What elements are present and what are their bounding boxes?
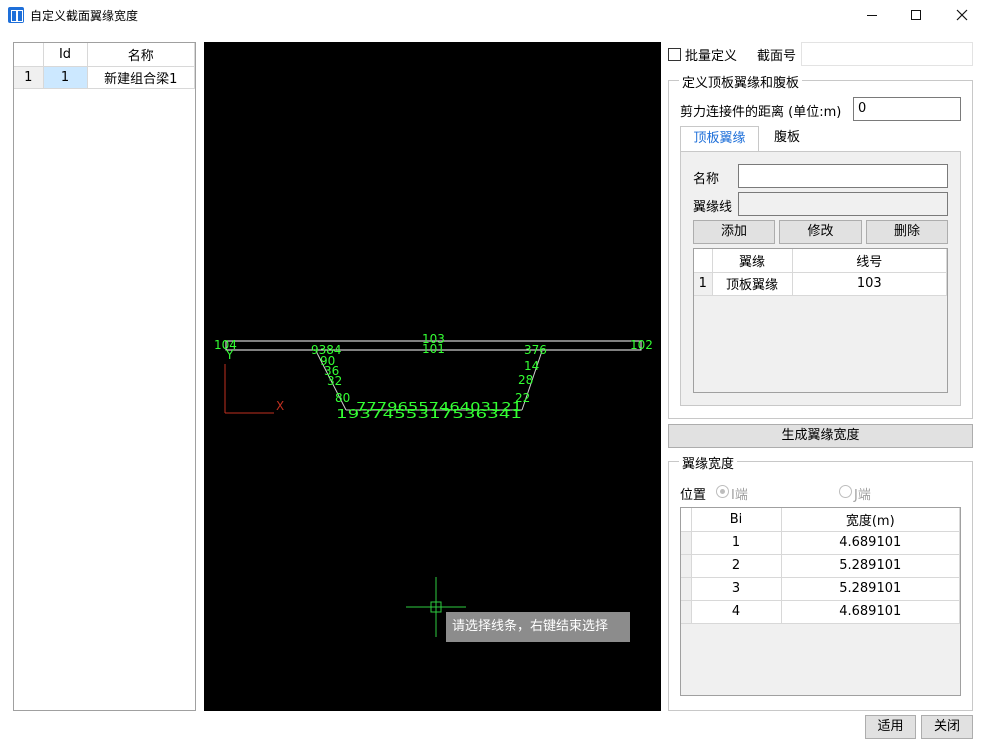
title-bar: 自定义截面翼缘宽度 xyxy=(0,0,985,30)
table-row[interactable]: 1 4.689101 xyxy=(681,531,960,555)
section-name-cell[interactable]: 新建组合梁1 xyxy=(87,66,195,89)
section-no-input[interactable] xyxy=(801,42,973,66)
radio-i-end[interactable] xyxy=(716,485,729,498)
width-table: Bi 宽度(m) 1 4.689101 2 5.289101 3 5.28910… xyxy=(681,508,960,624)
window-title: 自定义截面翼缘宽度 xyxy=(30,9,139,23)
label-102: 102 xyxy=(630,338,653,352)
flange-web-group-title: 定义顶板翼缘和腹板 xyxy=(679,72,803,91)
close-button[interactable]: 关闭 xyxy=(921,715,973,739)
width-col-bi[interactable]: Bi xyxy=(691,508,782,532)
batch-define-checkbox[interactable]: 批量定义 xyxy=(668,44,737,64)
checkbox-box[interactable] xyxy=(668,47,681,61)
label-right-web-top: 376 xyxy=(524,343,547,357)
label-bottom-lower: 1937455317536341 xyxy=(336,407,522,421)
tab-top-flange[interactable]: 顶板翼缘 xyxy=(680,126,759,152)
table-row[interactable]: 1 顶板翼缘 103 xyxy=(694,272,947,296)
flange-line-cell[interactable]: 103 xyxy=(792,272,947,296)
radio-i-label: I端 xyxy=(731,488,748,503)
row-header[interactable] xyxy=(681,554,692,578)
section-table: Id 名称 1 1 新建组合梁1 xyxy=(14,43,195,89)
flange-table-corner xyxy=(694,249,713,273)
shear-distance-label: 剪力连接件的距离 (单位:m) xyxy=(680,105,842,120)
width-cell[interactable]: 4.689101 xyxy=(781,531,960,555)
width-cell[interactable]: 5.289101 xyxy=(781,554,960,578)
row-header[interactable] xyxy=(681,577,692,601)
row-header[interactable] xyxy=(681,531,692,555)
radio-j-end[interactable] xyxy=(839,485,852,498)
axis-x-label: X xyxy=(276,399,284,413)
bi-cell[interactable]: 3 xyxy=(691,577,782,601)
table-row[interactable]: 1 1 新建组合梁1 xyxy=(14,66,195,89)
bi-cell[interactable]: 4 xyxy=(691,600,782,624)
width-cell[interactable]: 5.289101 xyxy=(781,577,960,601)
flange-line-label: 翼缘线 xyxy=(693,200,733,215)
width-table-corner xyxy=(681,508,692,532)
maximize-button[interactable] xyxy=(893,0,939,30)
table-row[interactable]: 4 4.689101 xyxy=(681,600,960,624)
width-col-width[interactable]: 宽度(m) xyxy=(781,508,960,532)
label-80: 80 xyxy=(335,391,350,405)
position-label: 位置 xyxy=(680,488,707,503)
bi-cell[interactable]: 2 xyxy=(691,554,782,578)
delete-button[interactable]: 删除 xyxy=(866,220,948,244)
selection-tooltip: 请选择线条，右键结束选择 xyxy=(446,612,630,642)
width-cell[interactable]: 4.689101 xyxy=(781,600,960,624)
row-number[interactable]: 1 xyxy=(14,66,44,89)
flange-name-cell[interactable]: 顶板翼缘 xyxy=(712,272,793,296)
flange-col-line[interactable]: 线号 xyxy=(792,249,947,273)
flange-table: 翼缘 线号 1 顶板翼缘 103 xyxy=(694,249,947,296)
close-window-button[interactable] xyxy=(939,0,985,30)
tab-web[interactable]: 腹板 xyxy=(762,126,812,152)
label-104: 104 xyxy=(214,338,237,352)
close-icon xyxy=(956,9,968,21)
flange-col-flange[interactable]: 翼缘 xyxy=(712,249,793,273)
app-icon xyxy=(8,7,24,23)
apply-button[interactable]: 适用 xyxy=(865,715,916,739)
minimize-button[interactable] xyxy=(849,0,895,30)
batch-define-label: 批量定义 xyxy=(685,48,738,64)
drawing-canvas[interactable]: Y X 104 102 103 101 9384 90 36 32 376 14… xyxy=(204,42,661,711)
section-col-id[interactable]: Id xyxy=(43,43,88,67)
table-row[interactable]: 3 5.289101 xyxy=(681,577,960,601)
minimize-icon xyxy=(867,14,877,16)
label-right-web-2: 28 xyxy=(518,373,533,387)
row-header[interactable] xyxy=(681,600,692,624)
row-number[interactable]: 1 xyxy=(694,272,713,296)
section-id-cell[interactable]: 1 xyxy=(43,66,88,89)
flange-name-input[interactable] xyxy=(738,164,948,188)
label-left-web-3: 32 xyxy=(327,374,342,388)
maximize-icon xyxy=(911,10,921,20)
section-drawing: Y X 104 102 103 101 9384 90 36 32 376 14… xyxy=(214,332,653,637)
modify-button[interactable]: 修改 xyxy=(779,220,862,244)
flange-line-input[interactable] xyxy=(738,192,948,216)
label-101: 101 xyxy=(422,342,445,356)
section-col-name[interactable]: 名称 xyxy=(87,43,195,67)
section-no-label: 截面号 xyxy=(757,49,797,64)
section-table-corner xyxy=(14,43,44,67)
flange-width-group-title: 翼缘宽度 xyxy=(679,453,738,472)
bi-cell[interactable]: 1 xyxy=(691,531,782,555)
label-right-web-1: 14 xyxy=(524,359,539,373)
shear-distance-input[interactable]: 0 xyxy=(853,97,961,121)
flange-name-label: 名称 xyxy=(693,172,720,187)
table-row[interactable]: 2 5.289101 xyxy=(681,554,960,578)
width-table-container[interactable]: Bi 宽度(m) 1 4.689101 2 5.289101 3 5.28910… xyxy=(680,507,961,696)
generate-width-button[interactable]: 生成翼缘宽度 xyxy=(668,424,973,448)
section-list[interactable]: Id 名称 1 1 新建组合梁1 xyxy=(13,42,196,711)
flange-table-container[interactable]: 翼缘 线号 1 顶板翼缘 103 xyxy=(693,248,948,393)
radio-j-label: J端 xyxy=(854,488,871,503)
add-button[interactable]: 添加 xyxy=(693,220,775,244)
